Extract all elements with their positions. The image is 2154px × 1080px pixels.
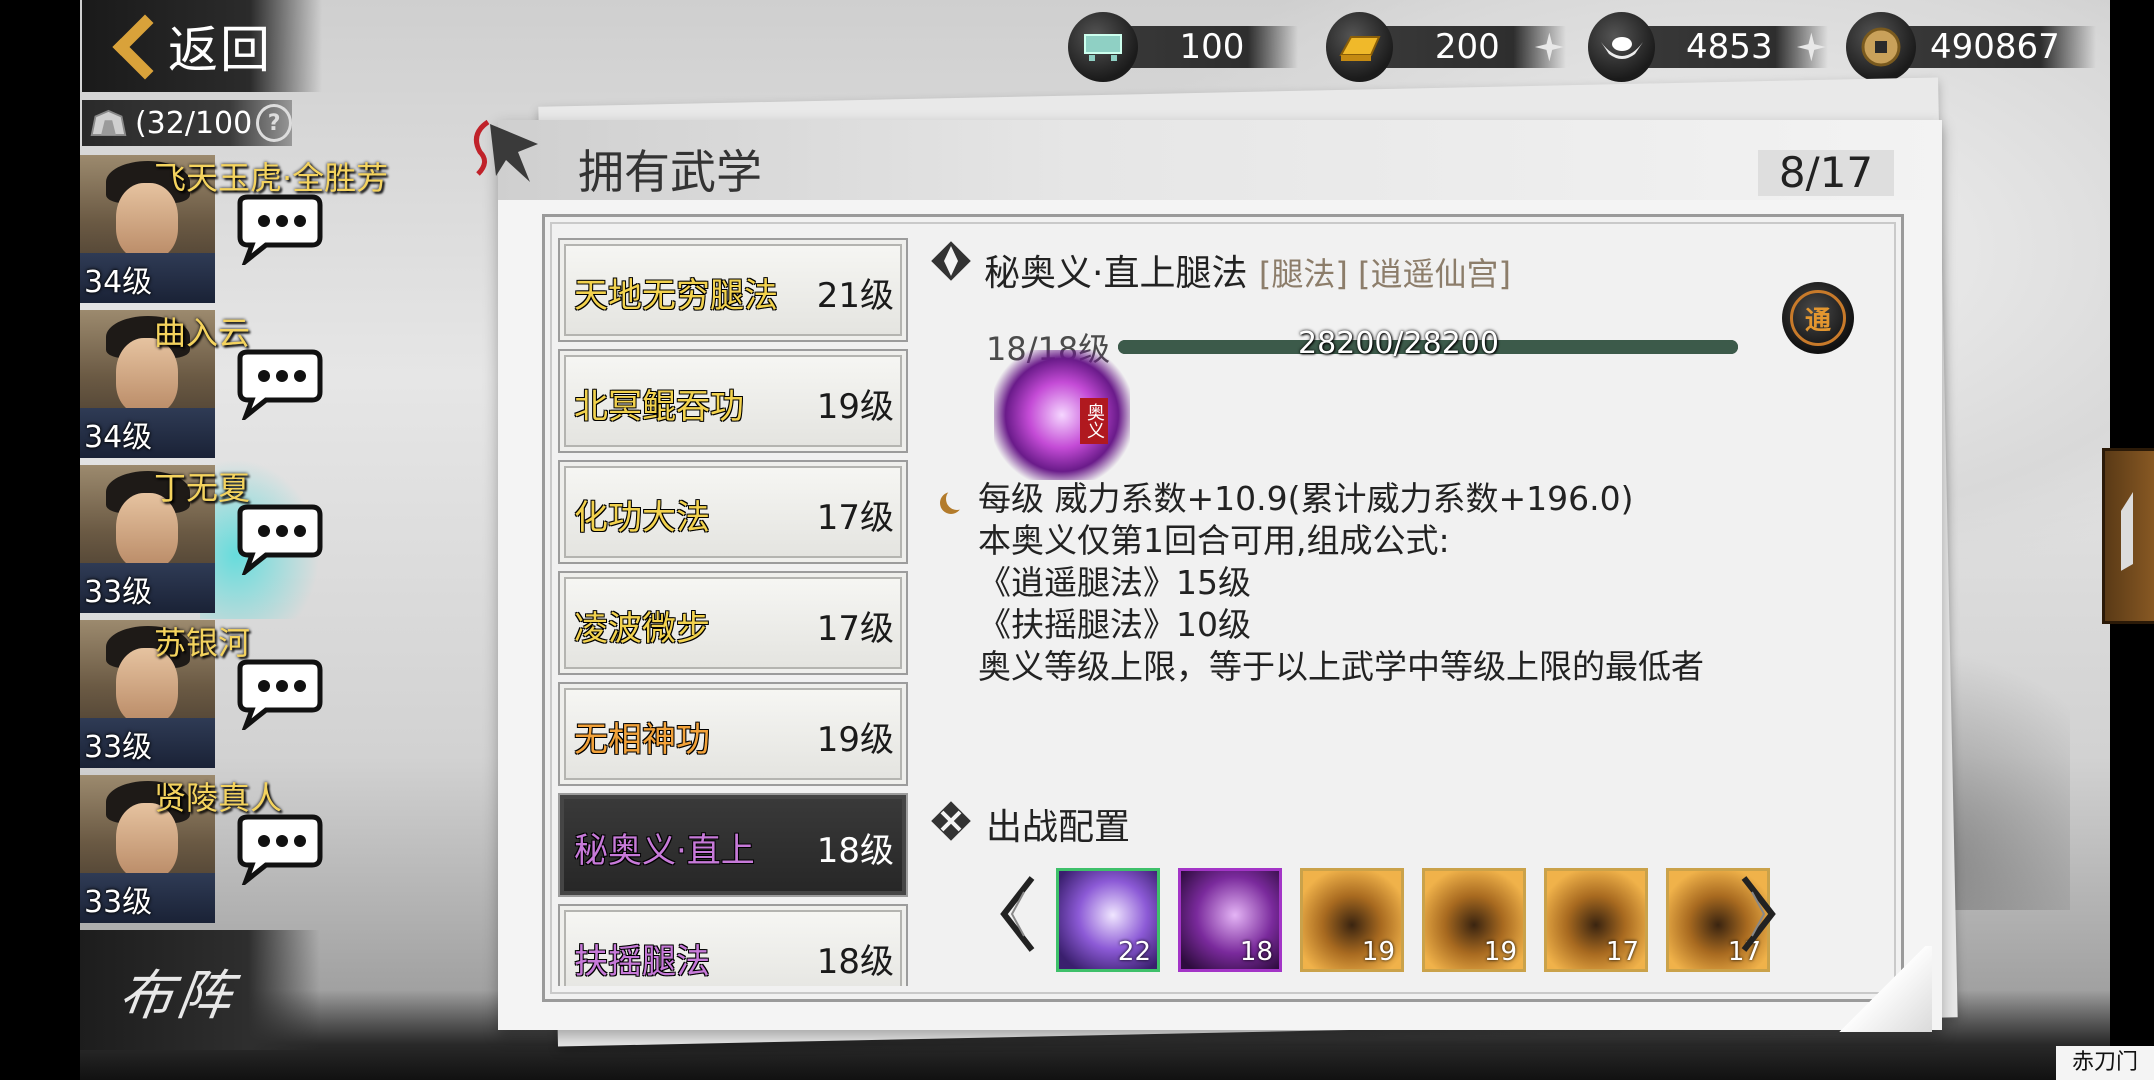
currency-value: 490867 bbox=[1930, 27, 2060, 67]
crossed-swords-icon bbox=[931, 801, 971, 841]
skill-item[interactable]: 北冥鲲吞功 19级 bbox=[558, 349, 908, 453]
arrow-right-icon[interactable] bbox=[1738, 872, 1778, 956]
exp-text: 28200/28200 bbox=[1298, 326, 1499, 361]
chat-bubble-icon[interactable] bbox=[232, 813, 324, 885]
tong-badge[interactable]: 通 bbox=[1782, 282, 1854, 354]
currency-value: 200 bbox=[1434, 27, 1500, 67]
deploy-slots: 22 18 19 19 17 17 bbox=[998, 842, 1898, 972]
chat-bubble-icon[interactable] bbox=[232, 503, 324, 575]
character-level: 33级 bbox=[84, 575, 153, 610]
currency-value: 4853 bbox=[1686, 27, 1773, 67]
currency-silver: 4853 bbox=[1588, 10, 1828, 84]
deploy-slot-level: 17 bbox=[1605, 937, 1639, 967]
add-gold-icon[interactable] bbox=[1533, 30, 1566, 64]
skill-item-name: 化功大法 bbox=[574, 498, 710, 538]
helmet-icon bbox=[90, 109, 127, 137]
add-silver-icon[interactable] bbox=[1795, 30, 1828, 64]
skill-item-level: 17级 bbox=[816, 498, 894, 538]
character-card[interactable]: 33级 贤陵真人 bbox=[80, 775, 340, 927]
tong-badge-label: 通 bbox=[1790, 290, 1846, 346]
side-drawer-tab[interactable] bbox=[2102, 448, 2154, 624]
character-card[interactable]: 34级 曲入云 bbox=[80, 310, 340, 462]
skill-item[interactable]: 天地无穷腿法 21级 bbox=[558, 238, 908, 342]
character-card[interactable]: 34级 飞天玉虎·全胜芳 bbox=[80, 155, 388, 307]
skill-item-name: 北冥鲲吞功 bbox=[574, 387, 744, 427]
skill-item[interactable]: 凌波微步 17级 bbox=[558, 571, 908, 675]
skill-name: 秘奥义·直上腿法 bbox=[984, 253, 1248, 294]
page-curl bbox=[1832, 946, 1932, 1032]
currency-value: 100 bbox=[1179, 27, 1245, 67]
help-icon[interactable]: ? bbox=[256, 104, 292, 142]
deploy-slot-level: 22 bbox=[1117, 937, 1151, 967]
desc-line: 奥义等级上限，等于以上武学中等级上限的最低者 bbox=[978, 647, 1704, 686]
skill-detail: 秘奥义·直上腿法 [腿法] [逍遥仙宫] 18/18级 28200/28200 … bbox=[918, 238, 1908, 998]
deploy-slot-level: 19 bbox=[1483, 937, 1517, 967]
chat-bubble-icon[interactable] bbox=[232, 193, 324, 265]
deploy-slot-level: 19 bbox=[1361, 937, 1395, 967]
page-count: 8/17 bbox=[1758, 150, 1894, 196]
deploy-slot[interactable]: 17 bbox=[1544, 868, 1648, 972]
diamond-icon bbox=[931, 241, 971, 281]
skill-icon: 奥义 bbox=[994, 350, 1130, 480]
skill-item[interactable]: 化功大法 17级 bbox=[558, 460, 908, 564]
character-level: 33级 bbox=[84, 885, 153, 920]
skill-item-name: 无相神功 bbox=[574, 720, 710, 760]
capacity-text: (32/100 bbox=[134, 105, 253, 141]
skill-item-level: 17级 bbox=[816, 609, 894, 649]
chevron-left-icon bbox=[104, 6, 164, 86]
back-button[interactable]: 返回 bbox=[82, 0, 322, 92]
desc-line: 每级 威力系数+10.9(累计威力系数+196.0) bbox=[978, 479, 1634, 518]
deploy-slot[interactable]: 19 bbox=[1422, 868, 1526, 972]
skill-item[interactable]: 无相神功 19级 bbox=[558, 682, 908, 786]
crescent-icon bbox=[946, 488, 968, 510]
skill-item-level: 19级 bbox=[816, 387, 894, 427]
character-level: 33级 bbox=[84, 730, 153, 765]
skill-tags: [腿法] [逍遥仙宫] bbox=[1258, 255, 1512, 293]
chat-bubble-icon[interactable] bbox=[232, 658, 324, 730]
skill-item-name: 秘奥义·直上 bbox=[574, 831, 755, 871]
skill-list[interactable]: 天地无穷腿法 21级 北冥鲲吞功 19级 化功大法 17级 凌波微步 17级 无… bbox=[558, 238, 910, 986]
currency-copper: 490867 bbox=[1846, 10, 2096, 84]
skill-item[interactable]: 扶摇腿法 18级 bbox=[558, 904, 908, 986]
skill-item-level: 21级 bbox=[816, 276, 894, 316]
skill-item-level: 18级 bbox=[816, 942, 894, 982]
corner-label: 赤刀门 bbox=[2056, 1046, 2154, 1080]
formation-label: 布阵 bbox=[114, 963, 240, 1027]
arrow-left-icon[interactable] bbox=[998, 872, 1038, 956]
deploy-slot[interactable]: 18 bbox=[1178, 868, 1282, 972]
gold-bar-icon bbox=[1326, 12, 1394, 82]
skill-item-name: 天地无穷腿法 bbox=[574, 276, 778, 316]
character-card[interactable]: 33级 苏银河 bbox=[80, 620, 340, 772]
cart-icon bbox=[1068, 12, 1138, 82]
skill-icon-tag: 奥义 bbox=[1080, 398, 1108, 444]
character-level: 34级 bbox=[84, 420, 153, 455]
currency-gold: 200 bbox=[1326, 10, 1566, 84]
chat-bubble-icon[interactable] bbox=[232, 348, 324, 420]
panel-title: 拥有武学 bbox=[578, 145, 762, 199]
capacity-indicator: (32/100 ? bbox=[82, 100, 292, 146]
desc-line: 本奥义仅第1回合可用,组成公式: bbox=[978, 521, 1450, 560]
skill-item-name: 扶摇腿法 bbox=[574, 942, 710, 982]
deploy-slot-level: 18 bbox=[1239, 937, 1273, 967]
desc-line: 《逍遥腿法》15级 bbox=[978, 563, 1251, 602]
dart-icon bbox=[473, 119, 538, 182]
character-level: 34级 bbox=[84, 265, 153, 300]
skill-description: 每级 威力系数+10.9(累计威力系数+196.0) 本奥义仅第1回合可用,组成… bbox=[978, 478, 1738, 688]
deploy-slot[interactable]: 19 bbox=[1300, 868, 1404, 972]
currency-cart: 100 bbox=[1068, 10, 1298, 84]
character-card[interactable]: 33级 丁无夏 bbox=[80, 459, 340, 619]
formation-button[interactable]: 布阵 bbox=[80, 930, 320, 1050]
skill-item-name: 凌波微步 bbox=[574, 609, 710, 649]
back-label: 返回 bbox=[168, 21, 272, 79]
deploy-slot[interactable]: 22 bbox=[1056, 868, 1160, 972]
skill-item-level: 19级 bbox=[816, 720, 894, 760]
skill-title: 秘奥义·直上腿法 [腿法] [逍遥仙宫] bbox=[984, 244, 1511, 296]
copper-coin-icon bbox=[1846, 12, 1916, 82]
skill-item-level: 18级 bbox=[816, 831, 894, 871]
desc-line: 《扶摇腿法》10级 bbox=[978, 605, 1251, 644]
silver-ingot-icon bbox=[1588, 12, 1656, 82]
skill-item[interactable]: 秘奥义·直上 18级 bbox=[558, 793, 908, 897]
